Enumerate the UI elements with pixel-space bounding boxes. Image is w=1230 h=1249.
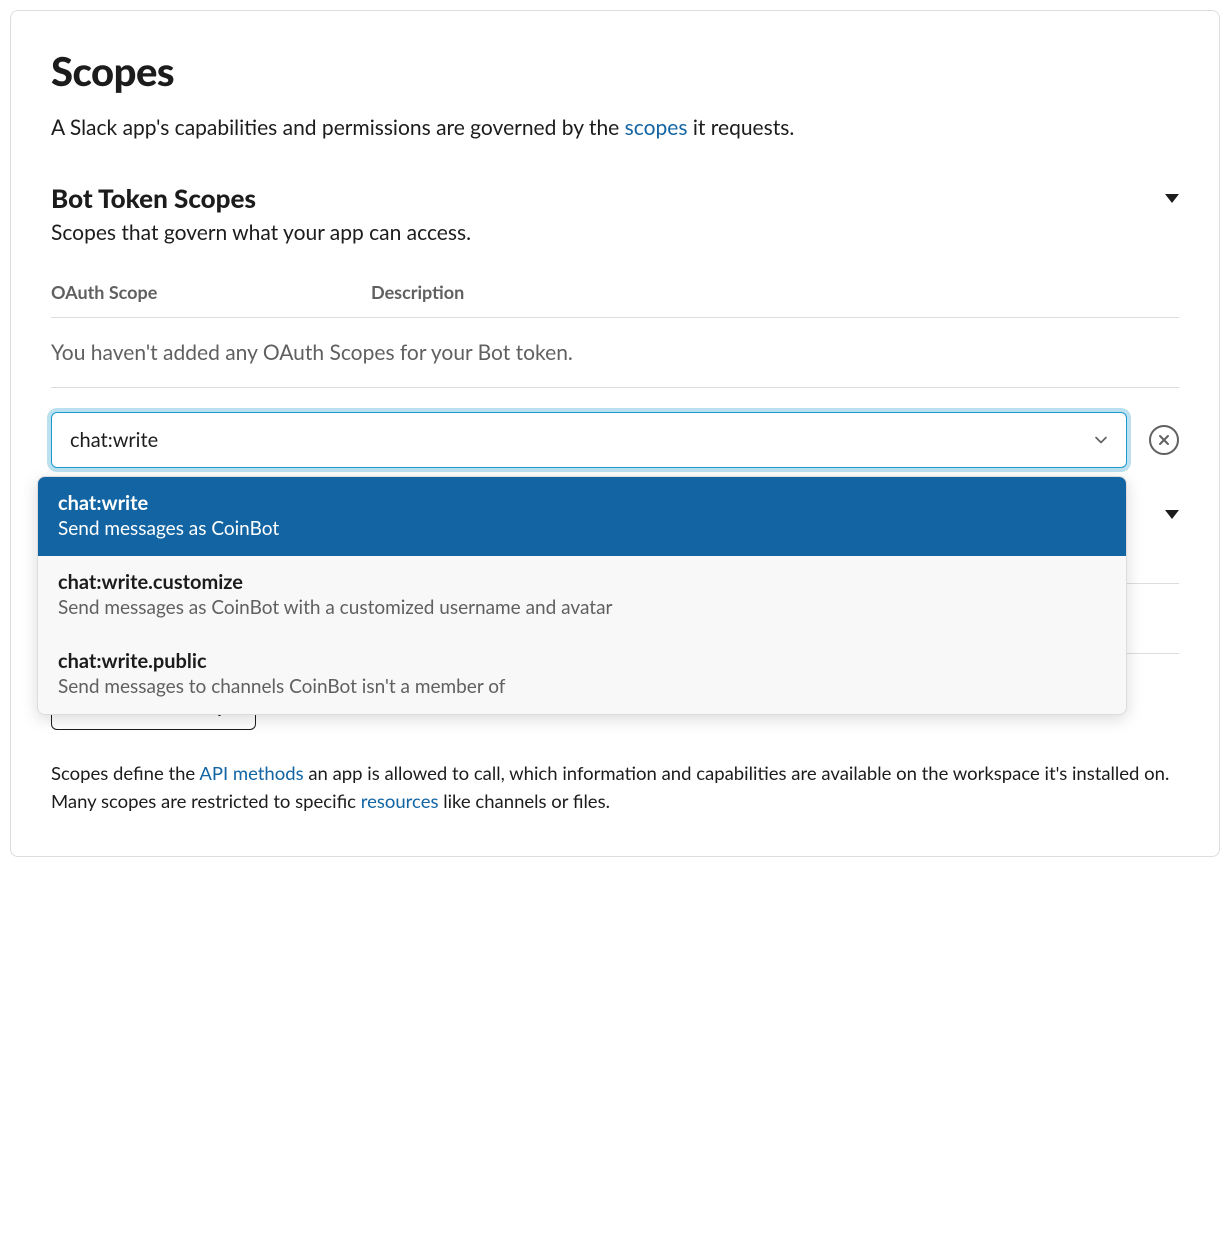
scope-option[interactable]: chat:writeSend messages as CoinBot: [38, 477, 1126, 556]
scopes-link[interactable]: scopes: [625, 115, 688, 140]
intro-suffix: it requests.: [687, 115, 794, 140]
intro-prefix: A Slack app's capabilities and permissio…: [51, 115, 625, 140]
bot-empty-message: You haven't added any OAuth Scopes for y…: [51, 340, 1179, 388]
scopes-panel: Scopes A Slack app's capabilities and pe…: [10, 10, 1220, 857]
scope-option-name: chat:write.customize: [58, 570, 1106, 594]
intro-text: A Slack app's capabilities and permissio…: [51, 113, 1179, 142]
scope-option[interactable]: chat:write.publicSend messages to channe…: [38, 635, 1126, 714]
scope-option-description: Send messages as CoinBot: [58, 517, 1106, 540]
col-description: Description: [371, 281, 464, 303]
page-title: Scopes: [51, 47, 1179, 95]
scope-dropdown: chat:writeSend messages as CoinBotchat:w…: [37, 476, 1127, 715]
footer-suffix: like channels or files.: [438, 790, 609, 812]
scope-option-name: chat:write: [58, 491, 1106, 515]
col-oauth-scope: OAuth Scope: [51, 281, 371, 303]
scope-combobox-wrapper: chat:writeSend messages as CoinBotchat:w…: [51, 412, 1179, 468]
api-methods-link[interactable]: API methods: [199, 762, 303, 784]
scope-option-description: Send messages as CoinBot with a customiz…: [58, 596, 1106, 619]
clear-scope-button[interactable]: [1149, 425, 1179, 455]
scope-option[interactable]: chat:write.customizeSend messages as Coi…: [38, 556, 1126, 635]
caret-down-icon[interactable]: [1165, 510, 1179, 519]
bot-section-header: Bot Token Scopes Scopes that govern what…: [51, 182, 1179, 281]
resources-link[interactable]: resources: [361, 790, 439, 812]
footer-prefix: Scopes define the: [51, 762, 199, 784]
scope-search-input[interactable]: [51, 412, 1127, 468]
scope-option-name: chat:write.public: [58, 649, 1106, 673]
footer-text: Scopes define the API methods an app is …: [51, 760, 1179, 816]
scope-combobox[interactable]: [51, 412, 1127, 468]
scope-option-description: Send messages to channels CoinBot isn't …: [58, 675, 1106, 698]
bot-table-header: OAuth Scope Description: [51, 281, 1179, 318]
bot-token-scopes-subtitle: Scopes that govern what your app can acc…: [51, 220, 471, 245]
caret-down-icon[interactable]: [1165, 194, 1179, 203]
bot-token-scopes-title: Bot Token Scopes: [51, 182, 471, 214]
